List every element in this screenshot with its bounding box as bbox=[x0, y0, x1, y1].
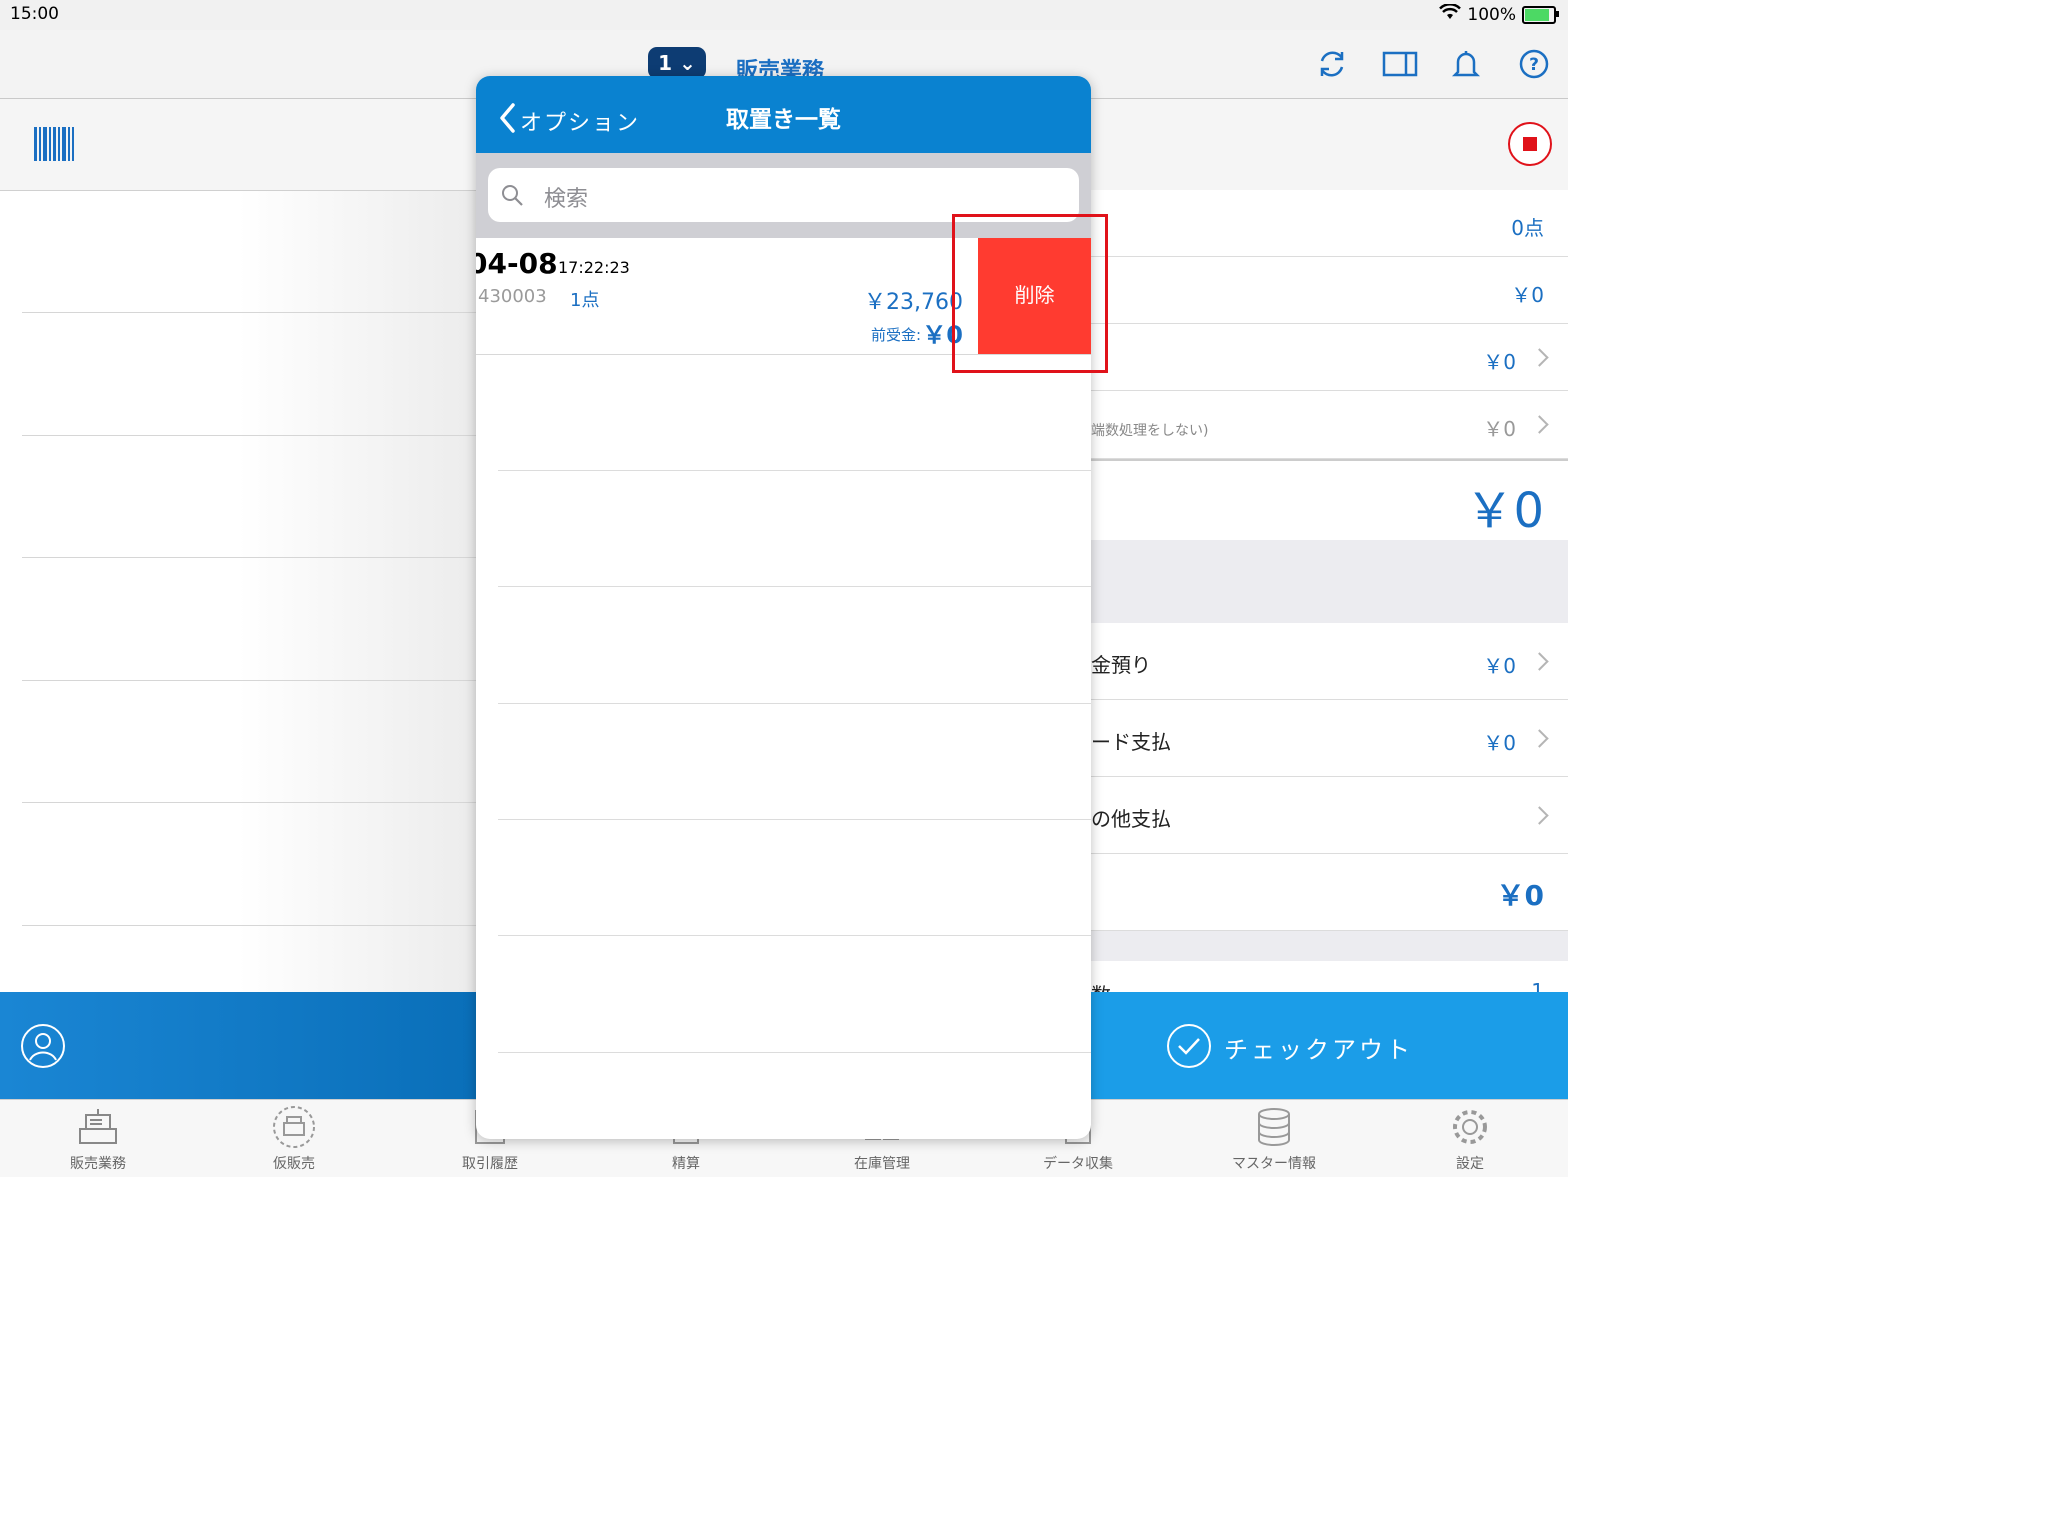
prepayment-label: 前受金: bbox=[870, 326, 921, 344]
rounding-row[interactable]: 端数処理をしない) ￥0 bbox=[1091, 391, 1568, 459]
divider bbox=[22, 680, 476, 681]
checkmark-circle-icon bbox=[1166, 1023, 1212, 1073]
item-count-value: 0点 bbox=[1511, 216, 1544, 240]
tab-register[interactable]: 販売業務 bbox=[0, 1099, 196, 1176]
popover-header: オプション 取置き一覧 bbox=[476, 76, 1091, 153]
tab-label: 在庫管理 bbox=[854, 1156, 910, 1172]
battery-icon bbox=[1522, 5, 1559, 24]
help-icon[interactable]: ? bbox=[1514, 44, 1554, 84]
split-view-icon[interactable] bbox=[1380, 44, 1420, 84]
subtotal-row: ￥0 bbox=[1091, 257, 1568, 324]
chevron-right-icon bbox=[1530, 729, 1549, 748]
tab-label: 販売業務 bbox=[70, 1156, 126, 1172]
tab-label: 精算 bbox=[672, 1156, 700, 1172]
payment-value: ￥0 bbox=[1483, 654, 1516, 678]
battery-fill bbox=[1525, 8, 1549, 21]
section-spacer bbox=[1091, 540, 1568, 623]
other-payment-row[interactable]: の他支払 bbox=[1091, 777, 1568, 854]
payment-total-row: ￥0 bbox=[1091, 854, 1568, 931]
chevron-right-icon bbox=[1530, 806, 1549, 825]
status-time: 15:00 bbox=[10, 4, 59, 24]
payment-total-value: ￥0 bbox=[1496, 879, 1544, 912]
checkout-label: チェックアウト bbox=[1224, 1036, 1413, 1064]
tab-label: 仮販売 bbox=[273, 1156, 315, 1172]
register-number-dropdown[interactable]: 1 ⌄ bbox=[648, 47, 706, 79]
reservation-id: 430003 bbox=[478, 286, 547, 307]
payment-label: ード支払 bbox=[1091, 730, 1171, 754]
payment-value: ￥0 bbox=[1483, 731, 1516, 755]
payment-label: の他支払 bbox=[1091, 807, 1171, 831]
tab-label: 設定 bbox=[1456, 1156, 1484, 1172]
search-icon bbox=[500, 183, 524, 211]
discount-row[interactable]: ￥0 bbox=[1091, 324, 1568, 391]
chevron-right-icon bbox=[1530, 348, 1549, 367]
chevron-right-icon bbox=[1530, 652, 1549, 671]
partial-row: 数 1 bbox=[1091, 961, 1568, 992]
customer-bar bbox=[0, 992, 476, 1099]
status-bar bbox=[0, 0, 1568, 30]
sync-icon[interactable] bbox=[1312, 44, 1352, 84]
register-number: 1 bbox=[658, 51, 673, 75]
payment-label: 金預り bbox=[1091, 653, 1151, 677]
section-spacer bbox=[1091, 931, 1568, 961]
total-value: ￥0 bbox=[1465, 483, 1544, 539]
tab-settings[interactable]: 設定 bbox=[1372, 1099, 1568, 1176]
partial-value: 1 bbox=[1531, 979, 1544, 992]
cart-list-pane bbox=[0, 99, 477, 992]
divider bbox=[498, 586, 1091, 587]
divider bbox=[22, 435, 476, 436]
reservation-time: 17:22:23 bbox=[558, 258, 630, 277]
wifi-icon bbox=[1439, 3, 1462, 25]
right-toolbar bbox=[1091, 99, 1568, 191]
chevron-right-icon bbox=[1530, 415, 1549, 434]
customer-icon[interactable] bbox=[20, 1023, 66, 1073]
partial-label: 数 bbox=[1091, 979, 1111, 992]
divider bbox=[498, 1052, 1091, 1053]
bell-icon[interactable] bbox=[1446, 44, 1486, 84]
database-icon bbox=[1252, 1105, 1296, 1149]
reservation-date: 04-08 bbox=[476, 247, 558, 280]
tab-master-info[interactable]: マスター情報 bbox=[1176, 1099, 1372, 1176]
battery-percent: 100% bbox=[1467, 4, 1516, 25]
provisional-sale-icon bbox=[272, 1105, 316, 1149]
search-placeholder: 検索 bbox=[544, 187, 589, 212]
reservation-count: 1点 bbox=[570, 290, 600, 311]
stop-icon[interactable] bbox=[1507, 121, 1553, 171]
total-row: ￥0 bbox=[1091, 459, 1568, 542]
rounding-note: 端数処理をしない) bbox=[1091, 423, 1209, 439]
divider bbox=[498, 935, 1091, 936]
subtotal-value: ￥0 bbox=[1511, 283, 1544, 307]
tab-label: マスター情報 bbox=[1232, 1156, 1316, 1172]
divider bbox=[22, 557, 476, 558]
gear-icon bbox=[1448, 1105, 1492, 1149]
rounding-value: ￥0 bbox=[1483, 417, 1516, 441]
tab-label: データ収集 bbox=[1043, 1156, 1113, 1172]
svg-text:?: ? bbox=[1529, 55, 1539, 75]
divider bbox=[498, 819, 1091, 820]
cash-payment-row[interactable]: 金預り ￥0 bbox=[1091, 623, 1568, 700]
popover-title: 取置き一覧 bbox=[726, 107, 841, 133]
item-count-row: 0点 bbox=[1091, 190, 1568, 257]
divider bbox=[498, 470, 1091, 471]
discount-value: ￥0 bbox=[1483, 350, 1516, 374]
highlight-box bbox=[952, 214, 1108, 373]
divider bbox=[22, 925, 476, 926]
divider bbox=[22, 802, 476, 803]
chevron-down-icon: ⌄ bbox=[679, 51, 696, 75]
divider bbox=[22, 312, 476, 313]
barcode-icon[interactable] bbox=[34, 127, 74, 165]
divider bbox=[498, 703, 1091, 704]
reservation-amount: ￥23,760 bbox=[864, 290, 963, 315]
register-icon bbox=[76, 1105, 120, 1149]
card-payment-row[interactable]: ード支払 ￥0 bbox=[1091, 700, 1568, 777]
tab-provisional-sale[interactable]: 仮販売 bbox=[196, 1099, 392, 1176]
status-indicators: 100% bbox=[1439, 3, 1559, 25]
tab-label: 取引履歴 bbox=[462, 1156, 518, 1172]
